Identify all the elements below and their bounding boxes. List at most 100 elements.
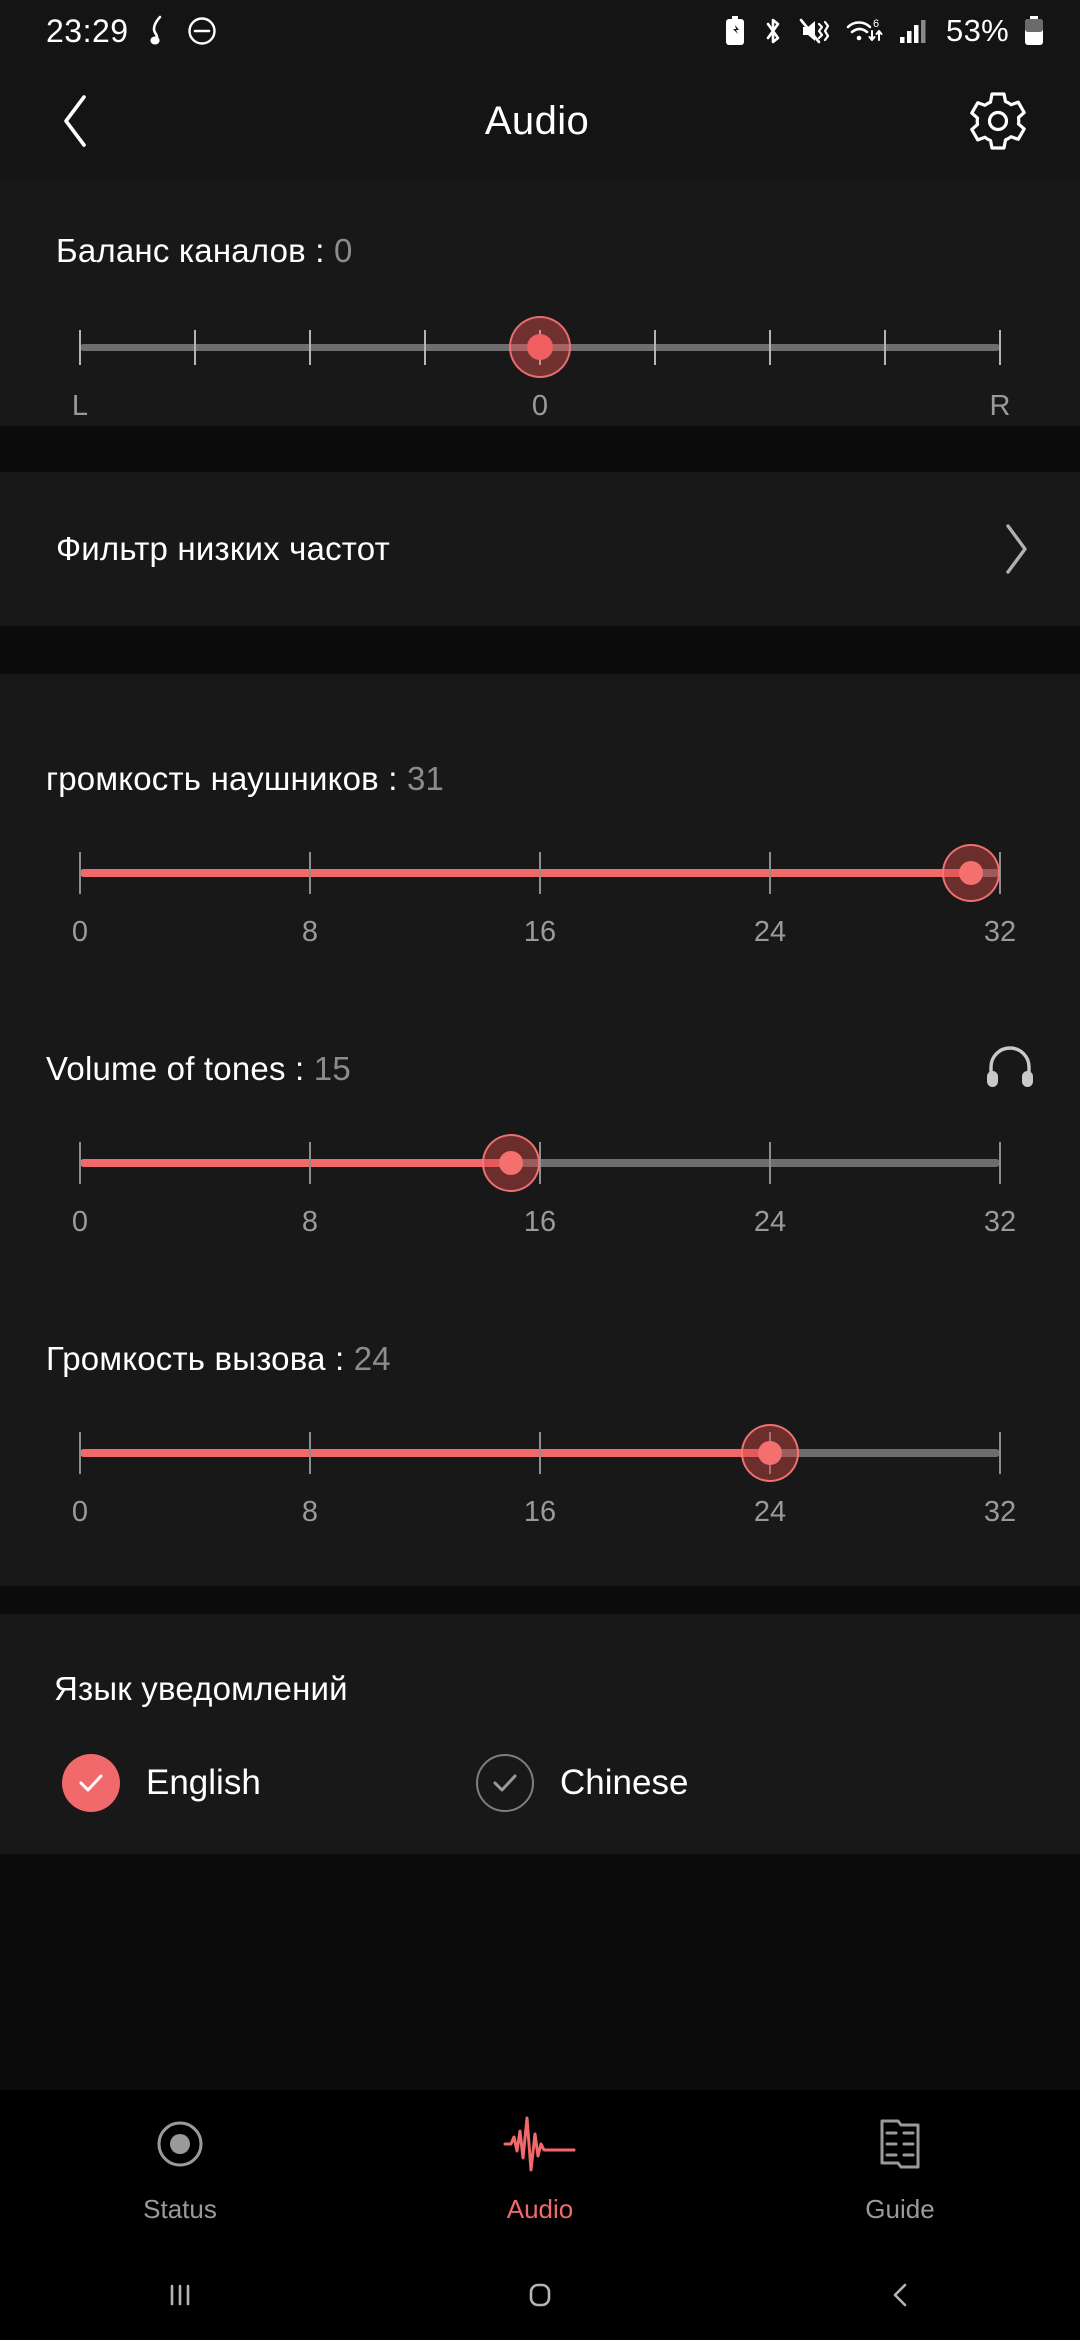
call-volume-axis-label: 16 bbox=[523, 1496, 557, 1528]
balance-tick bbox=[769, 330, 771, 365]
status-bar-left: 23:29 bbox=[46, 13, 217, 50]
do-not-disturb-icon bbox=[187, 17, 216, 45]
headphone-volume-tick bbox=[79, 852, 81, 894]
battery-saver-icon bbox=[726, 16, 745, 45]
channel-balance-label-text: Баланс каналов : bbox=[56, 232, 325, 269]
call-volume-tick bbox=[539, 1432, 541, 1474]
android-nav-bar bbox=[0, 2250, 1080, 2340]
channel-balance-value: 0 bbox=[334, 232, 353, 269]
balance-axis-label: R bbox=[989, 390, 1011, 422]
headphone-volume-axis-label: 16 bbox=[523, 916, 557, 948]
status-bar: 23:29 6 53% bbox=[0, 0, 1080, 62]
volume-sliders-section: громкость наушников : 31 0 8 16 24 32 Volume o… bbox=[0, 674, 1080, 1586]
tab-guide[interactable]: Guide bbox=[720, 2115, 1080, 2225]
headphone-volume-axis-label: 8 bbox=[301, 916, 319, 948]
volume-of-tones-label-text: Volume of tones : bbox=[46, 1050, 305, 1087]
channel-balance-section: Баланс каналов : 0 L 0 R bbox=[0, 180, 1080, 426]
headphone-volume-header: громкость наушников : 31 bbox=[0, 742, 1080, 816]
balance-tick bbox=[884, 330, 886, 365]
settings-button[interactable] bbox=[956, 79, 1040, 163]
call-volume-tick bbox=[79, 1432, 81, 1474]
language-option-label: Chinese bbox=[560, 1763, 689, 1802]
headphone-volume-ticks bbox=[79, 844, 1001, 902]
tab-label: Guide bbox=[865, 2194, 935, 2224]
call-volume-axis-label: 8 bbox=[301, 1496, 319, 1528]
volume-of-tones-slider[interactable] bbox=[79, 1134, 1001, 1192]
tab-label: Audio bbox=[506, 2194, 574, 2224]
back-button[interactable] bbox=[34, 79, 118, 163]
guide-card-icon bbox=[872, 2115, 928, 2178]
wifi-6-icon: 6 bbox=[846, 18, 883, 41]
call-volume-ticks bbox=[79, 1424, 1001, 1482]
volume-of-tones-axis-label: 32 bbox=[983, 1206, 1017, 1238]
headphone-volume-axis: 0 8 16 24 32 bbox=[72, 916, 1016, 966]
gear-icon bbox=[970, 92, 1026, 150]
home-icon bbox=[529, 2283, 551, 2307]
notification-language-section: Язык уведомлений English Chinese bbox=[0, 1614, 1080, 1854]
headphone-volume-tick bbox=[539, 852, 541, 894]
volume-of-tones-axis-label: 0 bbox=[71, 1206, 89, 1238]
section-divider bbox=[0, 626, 1080, 674]
channel-balance-label: Баланс каналов : 0 bbox=[0, 232, 1080, 270]
call-volume-axis-label: 0 bbox=[71, 1496, 89, 1528]
call-volume-axis-label: 32 bbox=[983, 1496, 1017, 1528]
headphone-volume-tick bbox=[309, 852, 311, 894]
volume-of-tones-tick bbox=[999, 1142, 1001, 1184]
headphone-volume-value: 31 bbox=[397, 760, 445, 797]
balance-tick bbox=[194, 330, 196, 365]
music-note-icon bbox=[149, 15, 161, 45]
call-volume-thumb[interactable] bbox=[741, 1424, 799, 1482]
channel-balance-axis: L 0 R bbox=[72, 390, 1011, 436]
volume-of-tones-axis-label: 24 bbox=[753, 1206, 787, 1238]
low-pass-filter-row[interactable]: Фильтр низких частот bbox=[0, 472, 1080, 626]
notification-language-options: English Chinese bbox=[0, 1708, 1080, 1812]
svg-text:6: 6 bbox=[873, 18, 879, 30]
headphone-volume-slider[interactable] bbox=[79, 844, 1001, 902]
volume-of-tones-label: Volume of tones : 15 bbox=[46, 1050, 351, 1088]
call-volume-axis: 0 8 16 24 32 bbox=[72, 1496, 1016, 1546]
battery-percent-label: 53% bbox=[946, 13, 1009, 48]
call-volume-block: Громкость вызова : 24 0 8 16 24 32 bbox=[0, 1322, 1080, 1546]
low-pass-filter-label: Фильтр низких частот bbox=[56, 530, 390, 567]
headphone-volume-block: громкость наушников : 31 0 8 16 24 32 bbox=[0, 742, 1080, 966]
chevron-right-icon bbox=[1006, 524, 1027, 574]
tab-audio[interactable]: Audio bbox=[360, 2115, 720, 2225]
volume-of-tones-tick bbox=[309, 1142, 311, 1184]
volume-of-tones-header: Volume of tones : 15 bbox=[0, 1032, 1080, 1106]
app-screen: 23:29 6 53% Audio Баланс каналов: 0 L 0… bbox=[0, 0, 1080, 2340]
radio-unchecked-icon[interactable] bbox=[476, 1754, 534, 1812]
headphone-volume-tick bbox=[769, 852, 771, 894]
call-volume-label-text: Громкость вызова : bbox=[46, 1340, 345, 1377]
home-button[interactable] bbox=[360, 2273, 720, 2317]
language-option-english[interactable]: English bbox=[62, 1754, 476, 1812]
record-circle-icon bbox=[151, 2115, 209, 2178]
volume-of-tones-axis-label: 16 bbox=[523, 1206, 557, 1238]
call-volume-tick bbox=[999, 1432, 1001, 1474]
call-volume-tick bbox=[309, 1432, 311, 1474]
call-volume-label: Громкость вызова : 24 bbox=[46, 1340, 391, 1378]
tab-status[interactable]: Status bbox=[0, 2115, 360, 2225]
back-nav-button[interactable] bbox=[720, 2273, 1080, 2317]
language-option-chinese[interactable]: Chinese bbox=[476, 1754, 688, 1812]
call-volume-axis-label: 24 bbox=[753, 1496, 787, 1528]
battery-icon bbox=[1025, 16, 1043, 45]
recents-button[interactable] bbox=[0, 2273, 360, 2317]
headphone-volume-label: громкость наушников : 31 bbox=[46, 760, 444, 798]
notification-language-title: Язык уведомлений bbox=[54, 1670, 348, 1707]
headphone-volume-axis-label: 0 bbox=[71, 916, 89, 948]
bluetooth-icon bbox=[766, 18, 780, 44]
headphones-icon bbox=[984, 1044, 1036, 1095]
channel-balance-thumb[interactable] bbox=[509, 316, 571, 378]
tab-label: Status bbox=[143, 2194, 217, 2224]
balance-axis-label: 0 bbox=[531, 390, 549, 422]
balance-tick bbox=[79, 330, 81, 365]
call-volume-slider[interactable] bbox=[79, 1424, 1001, 1482]
radio-checked-icon[interactable] bbox=[62, 1754, 120, 1812]
chevron-left-icon bbox=[64, 95, 86, 147]
waveform-icon bbox=[503, 2115, 577, 2178]
section-divider bbox=[0, 1586, 1080, 1614]
headphone-volume-axis-label: 24 bbox=[753, 916, 787, 948]
balance-tick bbox=[424, 330, 426, 365]
status-bar-clock: 23:29 bbox=[46, 12, 129, 49]
channel-balance-slider[interactable] bbox=[79, 316, 1001, 378]
